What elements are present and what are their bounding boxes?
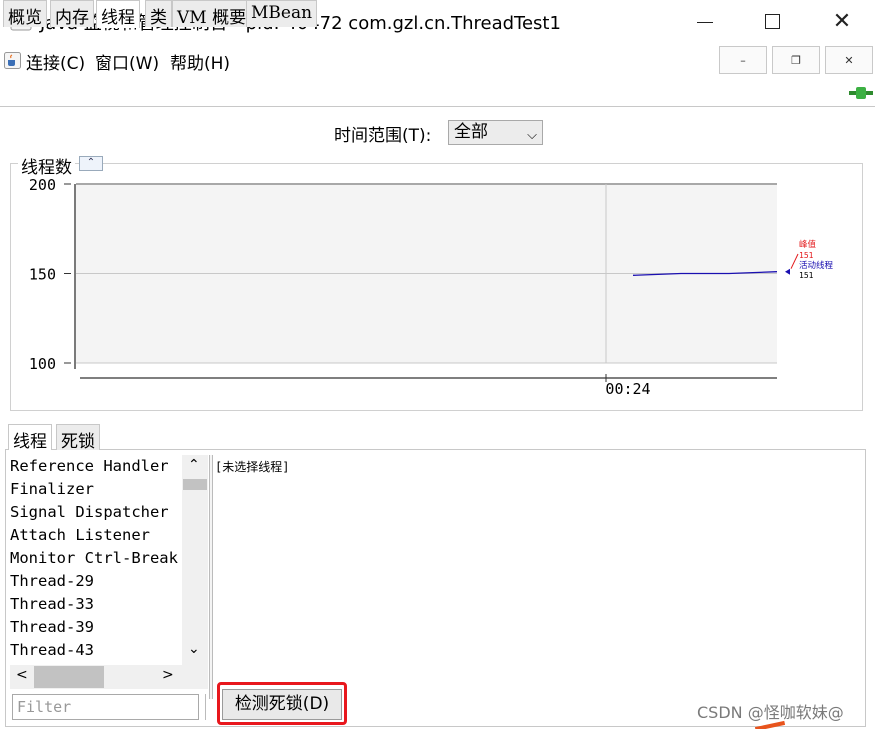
thread-list[interactable]: Reference Handler Finalizer Signal Dispa… xyxy=(10,455,182,665)
chevron-down-icon: ⌵ xyxy=(527,128,537,143)
thread-detail-text: [未选择线程] xyxy=(215,460,290,474)
chevron-down-icon[interactable]: ⌄ xyxy=(188,641,200,657)
chevron-right-icon[interactable]: > xyxy=(162,667,174,683)
time-range-select[interactable]: 全部 ⌵ xyxy=(448,120,543,145)
tab-thread-list[interactable]: 线程 xyxy=(8,424,52,452)
scrollbar-thumb[interactable] xyxy=(183,479,207,490)
list-item[interactable]: Signal Dispatcher xyxy=(10,501,182,524)
close-button[interactable]: ✕ xyxy=(812,0,872,42)
tab-classes[interactable]: 类 xyxy=(145,0,172,28)
menu-connection[interactable]: 连接(C) xyxy=(26,49,85,74)
list-item[interactable]: Thread-43 xyxy=(10,639,182,662)
tab-vm-summary[interactable]: VM 概要 xyxy=(172,0,252,28)
annotation-highlight-box xyxy=(217,682,347,725)
chevron-up-icon[interactable]: ⌃ xyxy=(188,457,200,473)
close-icon: ✕ xyxy=(832,8,852,34)
thread-list-vertical-scrollbar[interactable]: ⌃ ⌄ xyxy=(182,455,208,665)
chevron-up-icon: ⌃ xyxy=(86,157,96,168)
minimize-button[interactable] xyxy=(675,0,735,42)
list-item[interactable]: Thread-29 xyxy=(10,570,182,593)
split-pane-divider[interactable] xyxy=(209,455,213,699)
thread-list-horizontal-scrollbar[interactable]: < > xyxy=(10,665,208,689)
separator xyxy=(205,694,208,720)
connection-status-icon xyxy=(849,87,873,99)
tab-deadlock[interactable]: 死锁 xyxy=(56,424,100,452)
inner-restore-button[interactable]: ❐ xyxy=(772,46,820,74)
menu-window[interactable]: 窗口(W) xyxy=(95,49,159,74)
list-item[interactable]: Attach Listener xyxy=(10,524,182,547)
tab-memory[interactable]: 内存 xyxy=(50,0,94,28)
time-range-value: 全部 xyxy=(454,122,488,142)
menu-bar: 连接(C) 窗口(W) 帮助(H) – ❐ ✕ xyxy=(0,45,875,75)
list-item[interactable]: Finalizer xyxy=(10,478,182,501)
list-item[interactable]: Monitor Ctrl-Break xyxy=(10,547,182,570)
main-tab-bar xyxy=(0,80,875,107)
collapse-chart-button[interactable]: ⌃ xyxy=(79,156,103,171)
menu-help[interactable]: 帮助(H) xyxy=(170,49,230,74)
minimize-icon xyxy=(697,21,713,23)
close-icon: ✕ xyxy=(844,53,854,67)
inner-close-button[interactable]: ✕ xyxy=(825,46,873,74)
tab-threads[interactable]: 线程 xyxy=(96,0,140,28)
minimize-icon: – xyxy=(740,53,746,67)
time-range-label: 时间范围(T): xyxy=(334,126,432,146)
tab-overview[interactable]: 概览 xyxy=(3,0,47,28)
restore-icon: ❐ xyxy=(791,53,801,67)
filter-input[interactable] xyxy=(12,694,199,720)
thread-count-chart-panel xyxy=(10,163,863,411)
list-item[interactable]: Reference Handler xyxy=(10,455,182,478)
java-cup-icon xyxy=(4,52,21,69)
list-item[interactable]: Thread-33 xyxy=(10,593,182,616)
inner-minimize-button[interactable]: – xyxy=(719,46,767,74)
maximize-button[interactable] xyxy=(742,0,802,42)
watermark: CSDN @怪咖软妹@ xyxy=(697,703,844,722)
scrollbar-thumb[interactable] xyxy=(34,666,104,688)
list-item[interactable]: Thread-39 xyxy=(10,616,182,639)
maximize-icon xyxy=(764,13,780,29)
chart-panel-title: 线程数 xyxy=(18,153,75,178)
tab-mbean[interactable]: MBean xyxy=(246,0,318,27)
chevron-left-icon[interactable]: < xyxy=(16,667,28,683)
